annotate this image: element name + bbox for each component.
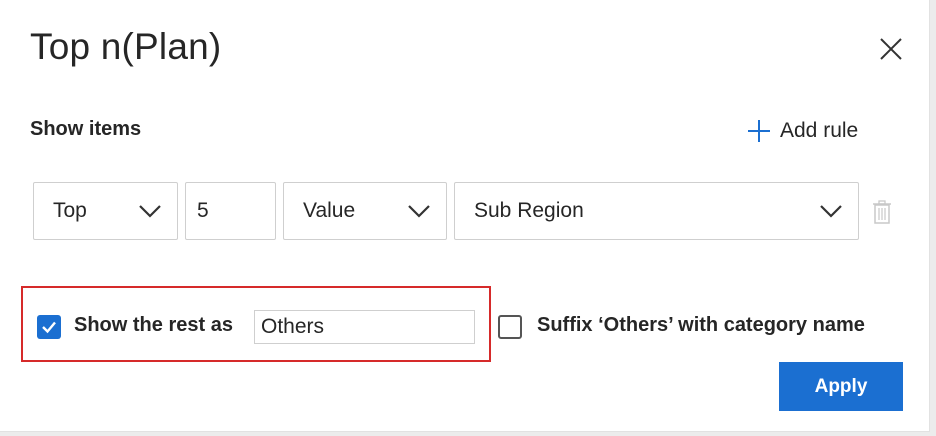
add-rule-label: Add rule bbox=[780, 119, 859, 142]
direction-value: Top bbox=[53, 199, 87, 222]
by-dropdown[interactable]: Value bbox=[283, 182, 447, 240]
chevron-down-icon bbox=[820, 205, 842, 218]
show-rest-label: Show the rest as bbox=[74, 314, 233, 336]
dialog-title: Top n(Plan) bbox=[30, 26, 222, 67]
category-value: Sub Region bbox=[474, 199, 584, 222]
category-dropdown[interactable]: Sub Region bbox=[454, 182, 859, 240]
count-value: 5 bbox=[197, 199, 209, 222]
suffix-checkbox[interactable] bbox=[498, 315, 522, 339]
count-input[interactable]: 5 bbox=[185, 182, 276, 240]
show-rest-checkbox[interactable] bbox=[37, 315, 61, 339]
trash-icon[interactable] bbox=[871, 200, 893, 224]
show-items-label: Show items bbox=[30, 118, 142, 140]
direction-dropdown[interactable]: Top bbox=[33, 182, 178, 240]
chevron-down-icon bbox=[139, 205, 161, 218]
suffix-label: Suffix ‘Others’ with category name bbox=[537, 314, 865, 336]
checkmark-icon bbox=[42, 321, 56, 334]
chevron-down-icon bbox=[408, 205, 430, 218]
by-value: Value bbox=[303, 199, 356, 222]
plus-icon bbox=[748, 120, 770, 142]
others-input[interactable] bbox=[254, 310, 475, 344]
top-n-dialog: Top n(Plan) Show items Add rule Top 5 Va… bbox=[0, 0, 930, 432]
close-icon[interactable] bbox=[876, 34, 906, 64]
add-rule-button[interactable]: Add rule bbox=[746, 114, 858, 148]
apply-button[interactable]: Apply bbox=[779, 362, 903, 411]
